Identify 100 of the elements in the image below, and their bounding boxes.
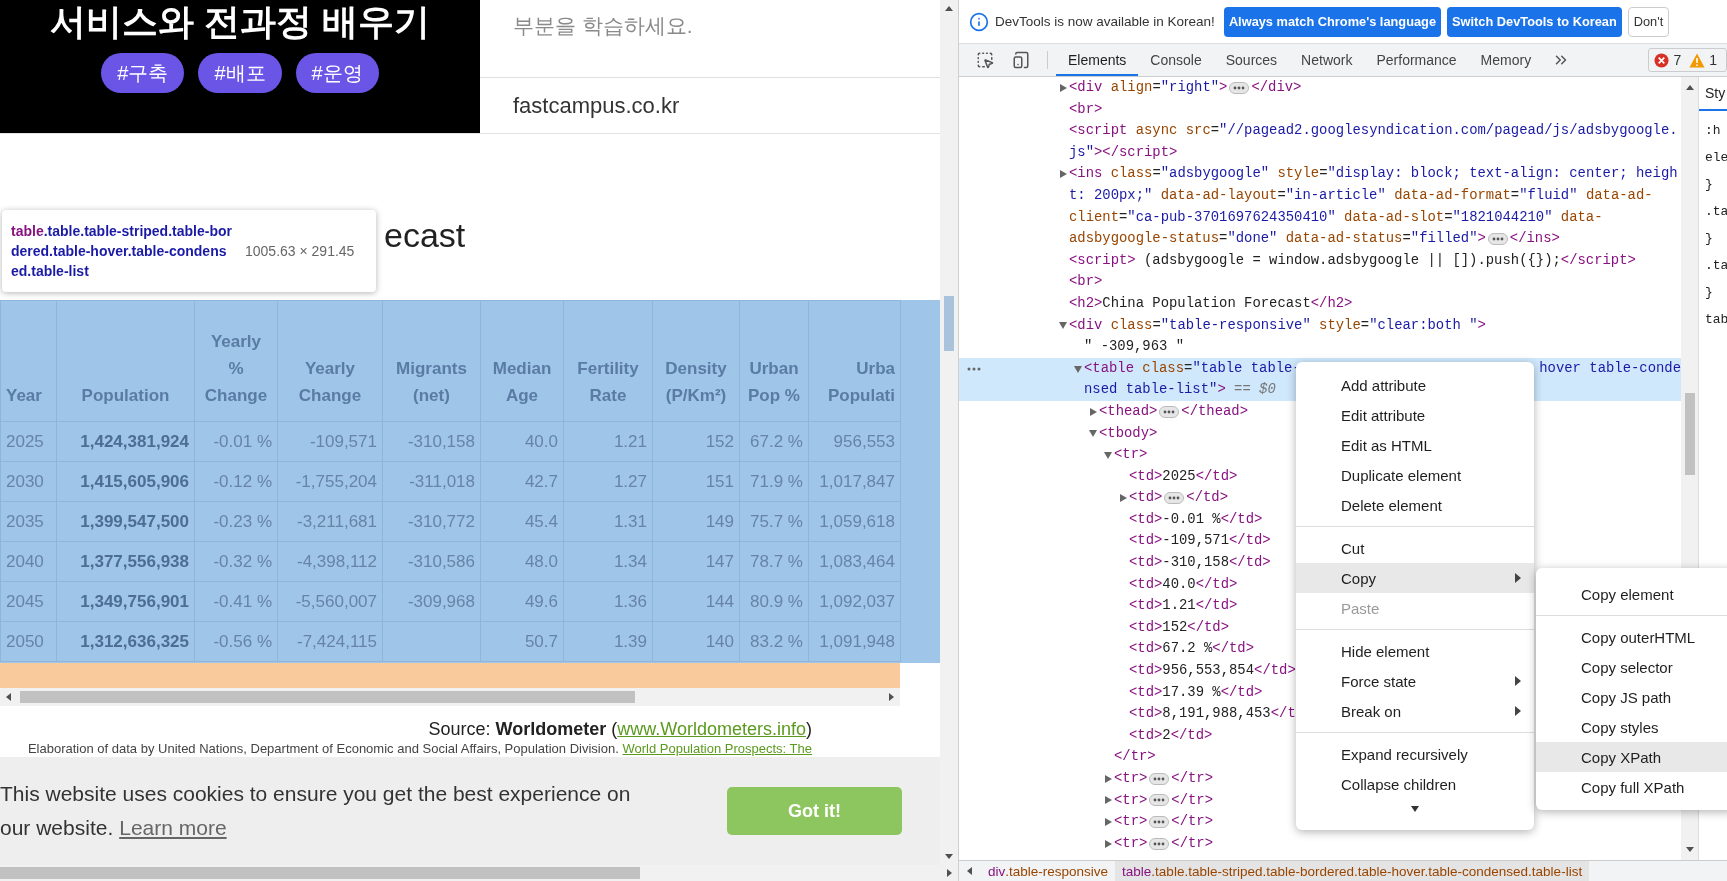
caret-down-icon[interactable]	[1089, 429, 1097, 438]
code-line: <br>	[1069, 99, 1103, 119]
caret-right-icon[interactable]	[1104, 839, 1112, 848]
caret-down-icon[interactable]	[1059, 321, 1067, 330]
scrollbar-thumb[interactable]	[0, 867, 640, 879]
style-rule-fragment: .ta	[1704, 258, 1727, 273]
more-icon[interactable]	[967, 366, 981, 371]
menu-item[interactable]: Copy full XPath	[1536, 772, 1727, 802]
menu-item[interactable]: Edit attribute	[1296, 400, 1534, 430]
code-line: <td>956,553,854</td>	[1129, 661, 1296, 681]
ellipsis-icon[interactable]	[1229, 81, 1250, 94]
table-cell: -109,571	[277, 421, 383, 462]
menu-item[interactable]: Expand recursively	[1296, 739, 1534, 769]
caret-right-icon[interactable]	[1119, 494, 1127, 503]
issues-badge[interactable]: 7 1	[1648, 48, 1727, 72]
style-rule-fragment: }	[1704, 177, 1714, 192]
hashtag: #운영	[295, 53, 379, 93]
panel-tab[interactable]: Elements	[1056, 44, 1139, 76]
ellipsis-icon[interactable]	[1149, 837, 1170, 850]
caret-right-icon[interactable]	[1104, 796, 1112, 805]
code-line: <td>17.39 %</td>	[1129, 682, 1263, 702]
device-toolbar-icon[interactable]	[1012, 51, 1030, 69]
table-cell: 40.0	[480, 421, 564, 462]
scrollbar-thumb[interactable]	[1684, 393, 1695, 475]
column-header: Year	[0, 300, 57, 422]
code-line: <script async src="//pagead2.googlesyndication.com/pagead/js/adsbygoogle.	[1069, 121, 1678, 141]
menu-item[interactable]: Duplicate element	[1296, 460, 1534, 490]
menu-item[interactable]: Copy styles	[1536, 712, 1727, 742]
code-line: <div class="table-responsive" style="clear:both ">	[1069, 315, 1486, 335]
caret-down-icon[interactable]	[1074, 364, 1082, 373]
styles-tab[interactable]: Sty	[1699, 77, 1727, 111]
breadcrumb[interactable]: div.table-responsive	[981, 861, 1116, 881]
panel-tab[interactable]: Performance	[1364, 44, 1469, 76]
table-cell: -3,211,681	[277, 501, 383, 542]
closing-tag: </tr>	[1114, 746, 1156, 768]
scroll-left-icon[interactable]	[965, 866, 975, 876]
menu-item[interactable]: Break on	[1296, 696, 1534, 726]
table-cell: -0.32 %	[194, 541, 278, 582]
table-cell: 1,059,618	[808, 501, 901, 542]
error-icon	[1654, 52, 1670, 68]
column-header: Urban Pop %	[739, 300, 809, 422]
scroll-down-icon[interactable]	[944, 851, 954, 861]
menu-item[interactable]: Hide element	[1296, 636, 1534, 666]
caret-right-icon[interactable]	[1059, 83, 1067, 92]
table-cell: 1.27	[563, 461, 653, 502]
panel-tab[interactable]: Network	[1289, 44, 1365, 76]
breadcrumb[interactable]: table.table.table-striped.table-bordered.table-hover.table-condensed.table-list	[1115, 861, 1590, 881]
caret-right-icon[interactable]	[1059, 170, 1067, 179]
code-line: hover table-conde	[1539, 358, 1681, 378]
panel-tab[interactable]: Console	[1138, 44, 1214, 76]
menu-item[interactable]: Copy XPath	[1536, 742, 1727, 772]
table-cell: 2050	[0, 621, 57, 662]
menu-item[interactable]: Cut	[1296, 533, 1534, 563]
code-line: <td>2</td>	[1129, 725, 1213, 745]
scrollbar-thumb[interactable]	[20, 691, 635, 703]
scrollbar-thumb[interactable]	[944, 296, 954, 351]
learn-more-link[interactable]: Learn more	[119, 816, 227, 839]
console-reference: == $0	[1234, 380, 1276, 400]
notice-button[interactable]: Don't	[1627, 6, 1670, 37]
warning-icon	[1689, 52, 1706, 68]
menu-item[interactable]: Copy outerHTML	[1536, 622, 1727, 652]
code-line: <td>-0.01 %</td>	[1129, 509, 1263, 529]
scroll-right-icon[interactable]	[944, 868, 954, 878]
caret-down-icon[interactable]	[1104, 450, 1112, 459]
scroll-up-icon[interactable]	[944, 4, 954, 14]
ellipsis-icon[interactable]	[1487, 232, 1508, 245]
menu-item[interactable]: Copy	[1296, 563, 1534, 593]
closing-tag: </div>	[1251, 77, 1302, 99]
source-link[interactable]: www.Worldometers.info	[617, 719, 806, 739]
table-cell: -310,158	[382, 421, 481, 462]
caret-right-icon[interactable]	[1104, 818, 1112, 826]
menu-item[interactable]: Copy selector	[1536, 652, 1727, 682]
table-cell: 1,092,037	[808, 581, 901, 622]
scroll-down-icon[interactable]	[1684, 844, 1695, 854]
attribution-link[interactable]: World Population Prospects: The	[622, 741, 812, 756]
caret-right-icon[interactable]	[1104, 774, 1112, 783]
ellipsis-icon[interactable]	[1159, 405, 1180, 418]
menu-item[interactable]: Force state	[1296, 666, 1534, 696]
scroll-left-icon[interactable]	[4, 692, 14, 702]
closing-tag: </tr>	[1171, 832, 1214, 855]
table-cell: -0.41 %	[194, 581, 278, 622]
scroll-right-icon[interactable]	[886, 692, 896, 702]
inspect-icon[interactable]	[976, 51, 994, 69]
scroll-up-icon[interactable]	[1684, 83, 1695, 93]
menu-item[interactable]: Edit as HTML	[1296, 430, 1534, 460]
menu-item[interactable]: Copy JS path	[1536, 682, 1727, 712]
notice-button[interactable]: Always match Chrome's language	[1223, 6, 1442, 37]
notice-button[interactable]: Switch DevTools to Korean	[1447, 6, 1622, 37]
column-header: Migrants (net)	[382, 300, 481, 422]
panel-tab[interactable]: Sources	[1213, 44, 1290, 76]
ellipsis-icon[interactable]	[1149, 794, 1170, 807]
menu-item[interactable]: Copy element	[1536, 579, 1727, 609]
menu-item[interactable]: Collapse children	[1296, 769, 1534, 799]
ellipsis-icon[interactable]	[1164, 492, 1185, 505]
caret-right-icon[interactable]	[1089, 407, 1097, 416]
ellipsis-icon[interactable]	[1149, 772, 1170, 785]
table-cell: 147	[652, 541, 740, 582]
menu-item[interactable]: Delete element	[1296, 490, 1534, 520]
ellipsis-icon[interactable]	[1149, 816, 1170, 828]
panel-tab[interactable]: Memory	[1468, 44, 1544, 76]
